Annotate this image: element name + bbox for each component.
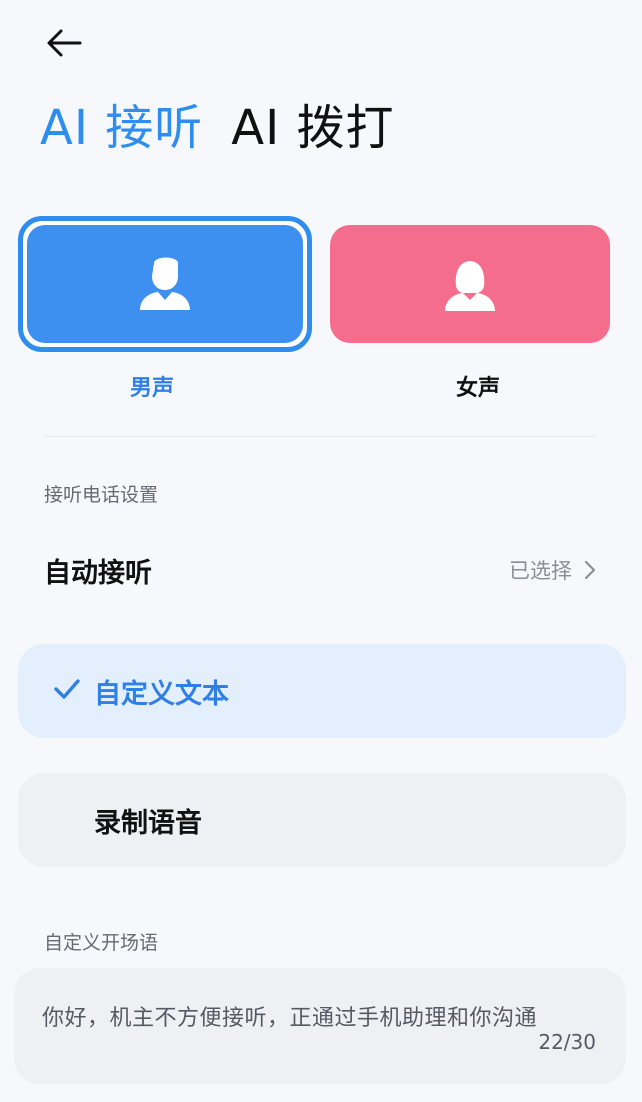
female-voice-option[interactable] (330, 225, 610, 343)
char-counter: 22/30 (538, 1030, 596, 1054)
option-custom-text-label: 自定义文本 (94, 678, 229, 710)
male-person-icon (140, 257, 190, 310)
tab-ai-call[interactable]: AI 拨打 (231, 96, 394, 160)
selected-frame (18, 216, 312, 352)
greeting-text: 你好，机主不方便接听，正通过手机助理和你沟通 (42, 1006, 538, 1031)
arrow-left-icon (47, 29, 82, 57)
greeting-textarea[interactable]: 你好，机主不方便接听，正通过手机助理和你沟通 22/30 (14, 968, 626, 1084)
option-custom-text[interactable]: 自定义文本 (18, 644, 626, 738)
divider (44, 436, 596, 437)
option-record-voice[interactable]: 录制语音 (18, 773, 626, 867)
tab-ai-answer[interactable]: AI 接听 (40, 96, 203, 160)
back-button[interactable] (44, 26, 84, 60)
answer-settings-title: 接听电话设置 (44, 484, 159, 506)
auto-answer-value-group: 已选择 (509, 555, 596, 585)
male-voice-card (27, 225, 303, 343)
chevron-right-icon (584, 560, 596, 580)
male-voice-label: 男声 (130, 376, 175, 401)
auto-answer-row[interactable]: 自动接听 已选择 (44, 546, 596, 594)
female-voice-label: 女声 (456, 376, 501, 401)
auto-answer-value: 已选择 (509, 559, 572, 583)
greeting-title: 自定义开场语 (44, 932, 159, 954)
auto-answer-title: 自动接听 (44, 557, 152, 589)
check-icon (54, 679, 80, 699)
female-voice-card (330, 225, 610, 343)
mode-tabs: AI 接听 AI 拨打 (40, 96, 395, 160)
female-person-icon (445, 261, 495, 311)
option-record-voice-label: 录制语音 (94, 807, 202, 839)
male-voice-option[interactable] (18, 216, 312, 352)
